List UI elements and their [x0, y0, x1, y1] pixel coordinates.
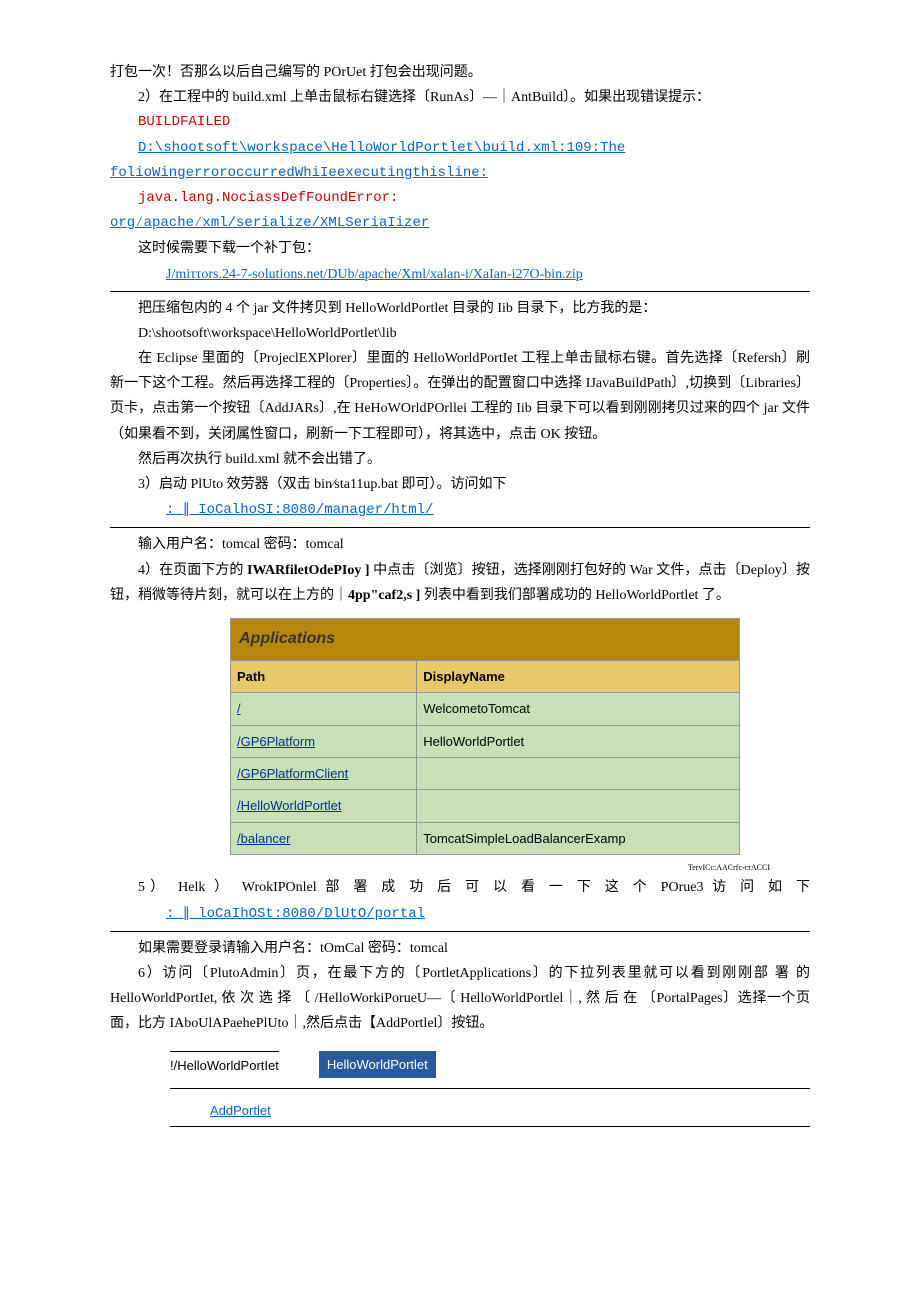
table-row: /GP6PlatformClient	[231, 757, 740, 789]
col-display: DisplayName	[417, 660, 740, 692]
paragraph-2: 2）在工程中的 build.xml 上单击鼠标右键选择〔RunAs〕—｜AntB…	[110, 85, 810, 110]
paragraph-1: 打包一次！否那么以后自己编写的 POrUet 打包会出现问题。	[110, 60, 810, 85]
error-line-2a: D:\shootsoft\workspace\HelloWorldPortlet…	[138, 136, 810, 161]
path-cell[interactable]: /HelloWorldPortlet	[231, 790, 417, 822]
error-line-1: BUILDFAILED	[138, 110, 810, 135]
divider	[110, 931, 810, 932]
table-row: /balancer TomcatSimpleLoadBalancerExamp	[231, 822, 740, 854]
name-cell	[417, 790, 740, 822]
name-cell: HelloWorldPortlet	[417, 725, 740, 757]
table-caption: TervICc:AACrfc-crACCI	[110, 861, 810, 875]
portlet-controls: !/HelloWorldPortIet HelloWorldPortlet Ad…	[170, 1051, 810, 1128]
patch-link[interactable]: J/miττors.24-7-solutions.net/DUb/apache/…	[166, 267, 583, 282]
table-row: /HelloWorldPortlet	[231, 790, 740, 822]
divider	[110, 527, 810, 528]
paragraph-6: 在 Eclipse 里面的〔ProjeclEXPlorer〕里面的 HelloW…	[110, 346, 810, 447]
error-line-3: java.lang.NociassDefFoundError:	[138, 186, 810, 211]
error-line-2b: folioWingerroroccurredWhiIeexecutingthis…	[110, 161, 810, 186]
paragraph-9: 输入用户名：tomcal 密码：tomcal	[110, 532, 810, 557]
paragraph-11: 5） Helk ） WrokIPOnlel 部 署 成 功 后 可 以 看 一 …	[110, 875, 810, 900]
name-cell: TomcatSimpleLoadBalancerExamp	[417, 822, 740, 854]
col-path: Path	[231, 660, 417, 692]
path-cell[interactable]: /GP6Platform	[231, 725, 417, 757]
path-cell[interactable]: /balancer	[231, 822, 417, 854]
path-cell[interactable]: /	[231, 693, 417, 725]
paragraph-13: 6）访问〔PlutoAdmin〕页，在最下方的〔PortletApplicati…	[110, 961, 810, 1037]
error-line-4: org∕apache∕xml/serialize/XMLSeriaIizer	[110, 211, 810, 236]
paragraph-5: D:\shootsoft\workspace\HelloWorldPortlet…	[110, 321, 810, 346]
paragraph-10: 4）在页面下方的 IWARfiletOdePIoy ] 中点击〔浏览〕按钮，选择…	[110, 558, 810, 608]
manager-link[interactable]: : ∥ IoCalhoSI:8080/manager/html/	[166, 502, 433, 518]
paragraph-8: 3）启动 PlUto 效劳器（双击 bin∕sta11up.bat 即可）。访问…	[110, 472, 810, 497]
table-title: Applications	[231, 618, 740, 660]
portal-link[interactable]: : ∥ loCaIhOSt:8080/DlUtO/portal	[166, 906, 425, 922]
table-row: /GP6Platform HelloWorldPortlet	[231, 725, 740, 757]
paragraph-3: 这时候需要下载一个补丁包：	[110, 236, 810, 261]
applications-table: Applications Path DisplayName / Welcomet…	[230, 618, 740, 855]
paragraph-12: 如果需要登录请输入用户名：tOmCal 密码：tomcal	[110, 936, 810, 961]
path-cell[interactable]: /GP6PlatformClient	[231, 757, 417, 789]
portlet-dropdown[interactable]: !/HelloWorldPortIet	[170, 1051, 279, 1077]
add-portlet-button[interactable]: AddPortlet	[210, 1099, 271, 1122]
paragraph-4: 把压缩包内的 4 个 jar 文件拷贝到 HelloWorldPortlet 目…	[110, 296, 810, 321]
name-cell	[417, 757, 740, 789]
table-row: / WelcometoTomcat	[231, 693, 740, 725]
divider	[110, 291, 810, 292]
portlet-selected[interactable]: HelloWorldPortlet	[319, 1051, 436, 1078]
paragraph-7: 然后再次执行 build.xml 就不会出错了。	[110, 447, 810, 472]
name-cell: WelcometoTomcat	[417, 693, 740, 725]
